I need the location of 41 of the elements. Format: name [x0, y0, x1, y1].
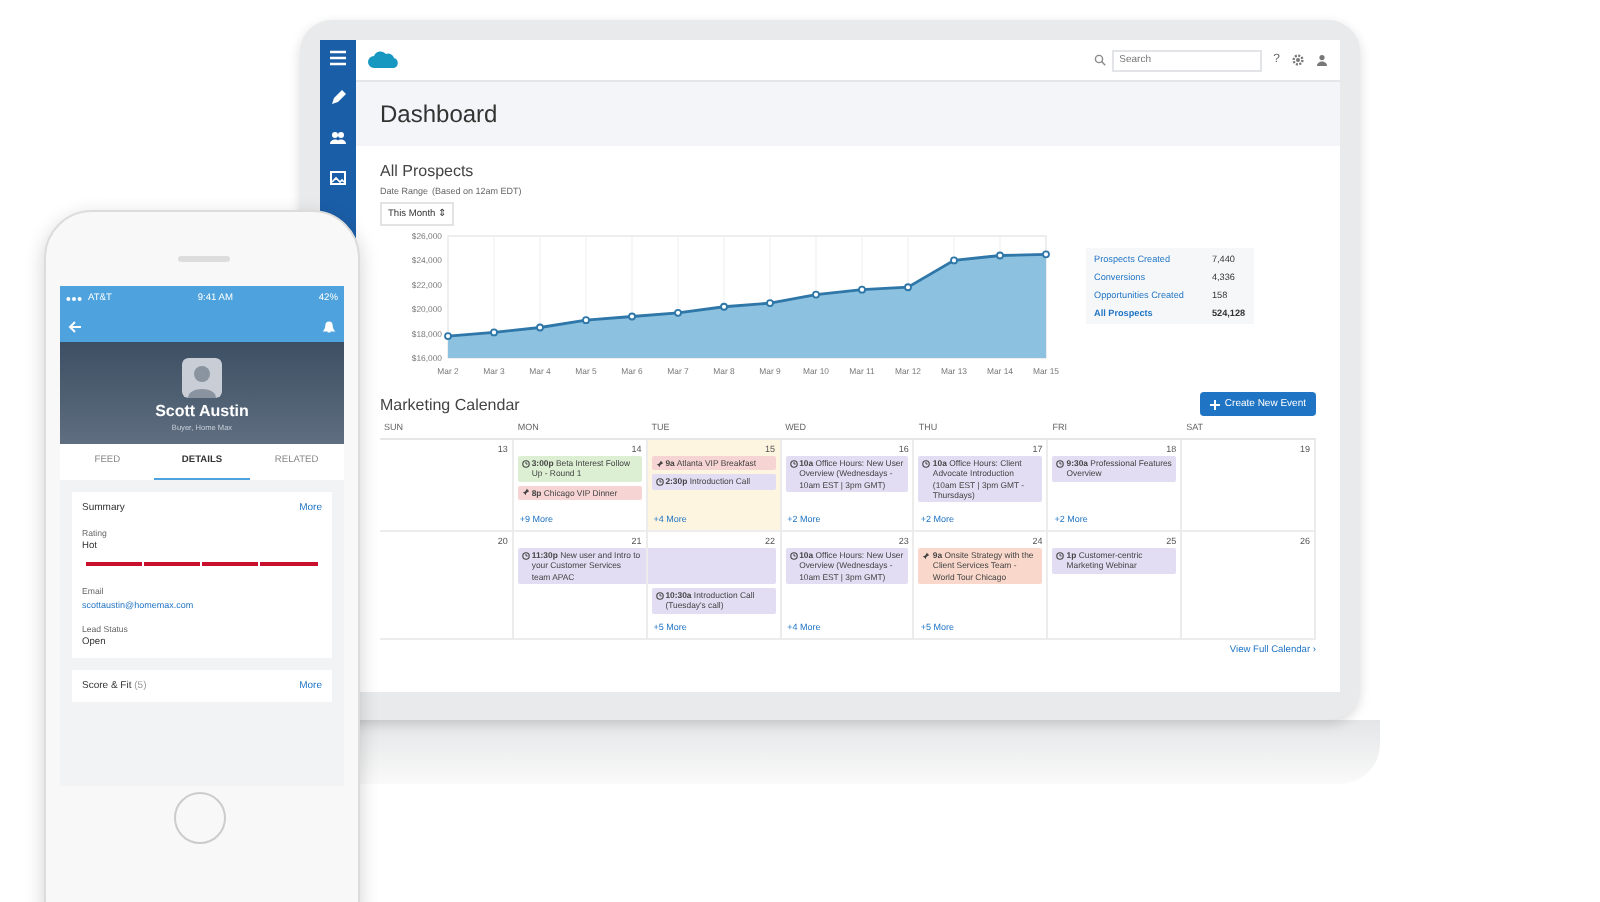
clock-icon	[655, 477, 664, 486]
data-point	[858, 285, 866, 294]
menu-icon[interactable]	[330, 50, 346, 66]
section-title: All Prospects	[380, 162, 476, 180]
clock-icon	[789, 459, 798, 467]
pin-icon	[655, 459, 664, 467]
data-point	[582, 316, 590, 325]
cloud-logo[interactable]	[368, 50, 400, 70]
clock-icon	[655, 591, 664, 599]
settings-icon[interactable]	[1292, 54, 1304, 66]
clock-icon	[789, 551, 798, 559]
profile-name: Scott Austin	[155, 402, 249, 420]
data-point	[674, 308, 682, 317]
data-point	[766, 299, 774, 307]
clock-icon	[521, 459, 530, 467]
clock-icon	[1056, 459, 1065, 467]
pin-icon	[521, 488, 530, 496]
data-point	[904, 283, 912, 292]
data-point	[490, 328, 498, 337]
pin-icon	[922, 551, 931, 559]
section-title: Marketing Calendar	[380, 395, 522, 413]
user-icon[interactable]	[1316, 54, 1328, 66]
signal-icon	[66, 295, 82, 301]
data-point	[536, 323, 544, 332]
avatar-silhouette	[182, 358, 222, 398]
bell-icon[interactable]	[322, 319, 336, 333]
back-arrow-icon[interactable]	[68, 319, 82, 333]
data-point	[720, 302, 728, 311]
search-icon[interactable]	[1093, 54, 1106, 66]
clock-icon	[521, 551, 530, 559]
plus-icon	[1210, 399, 1221, 409]
data-point	[812, 290, 820, 299]
data-point	[996, 251, 1004, 260]
users-icon[interactable]	[330, 130, 346, 146]
pencil-icon[interactable]	[330, 90, 346, 106]
clock-icon	[922, 459, 931, 467]
page-title: Dashboard	[378, 98, 500, 132]
data-point	[628, 312, 636, 321]
clock-icon	[1056, 551, 1065, 559]
data-point	[950, 256, 958, 265]
image-icon[interactable]	[330, 170, 346, 186]
